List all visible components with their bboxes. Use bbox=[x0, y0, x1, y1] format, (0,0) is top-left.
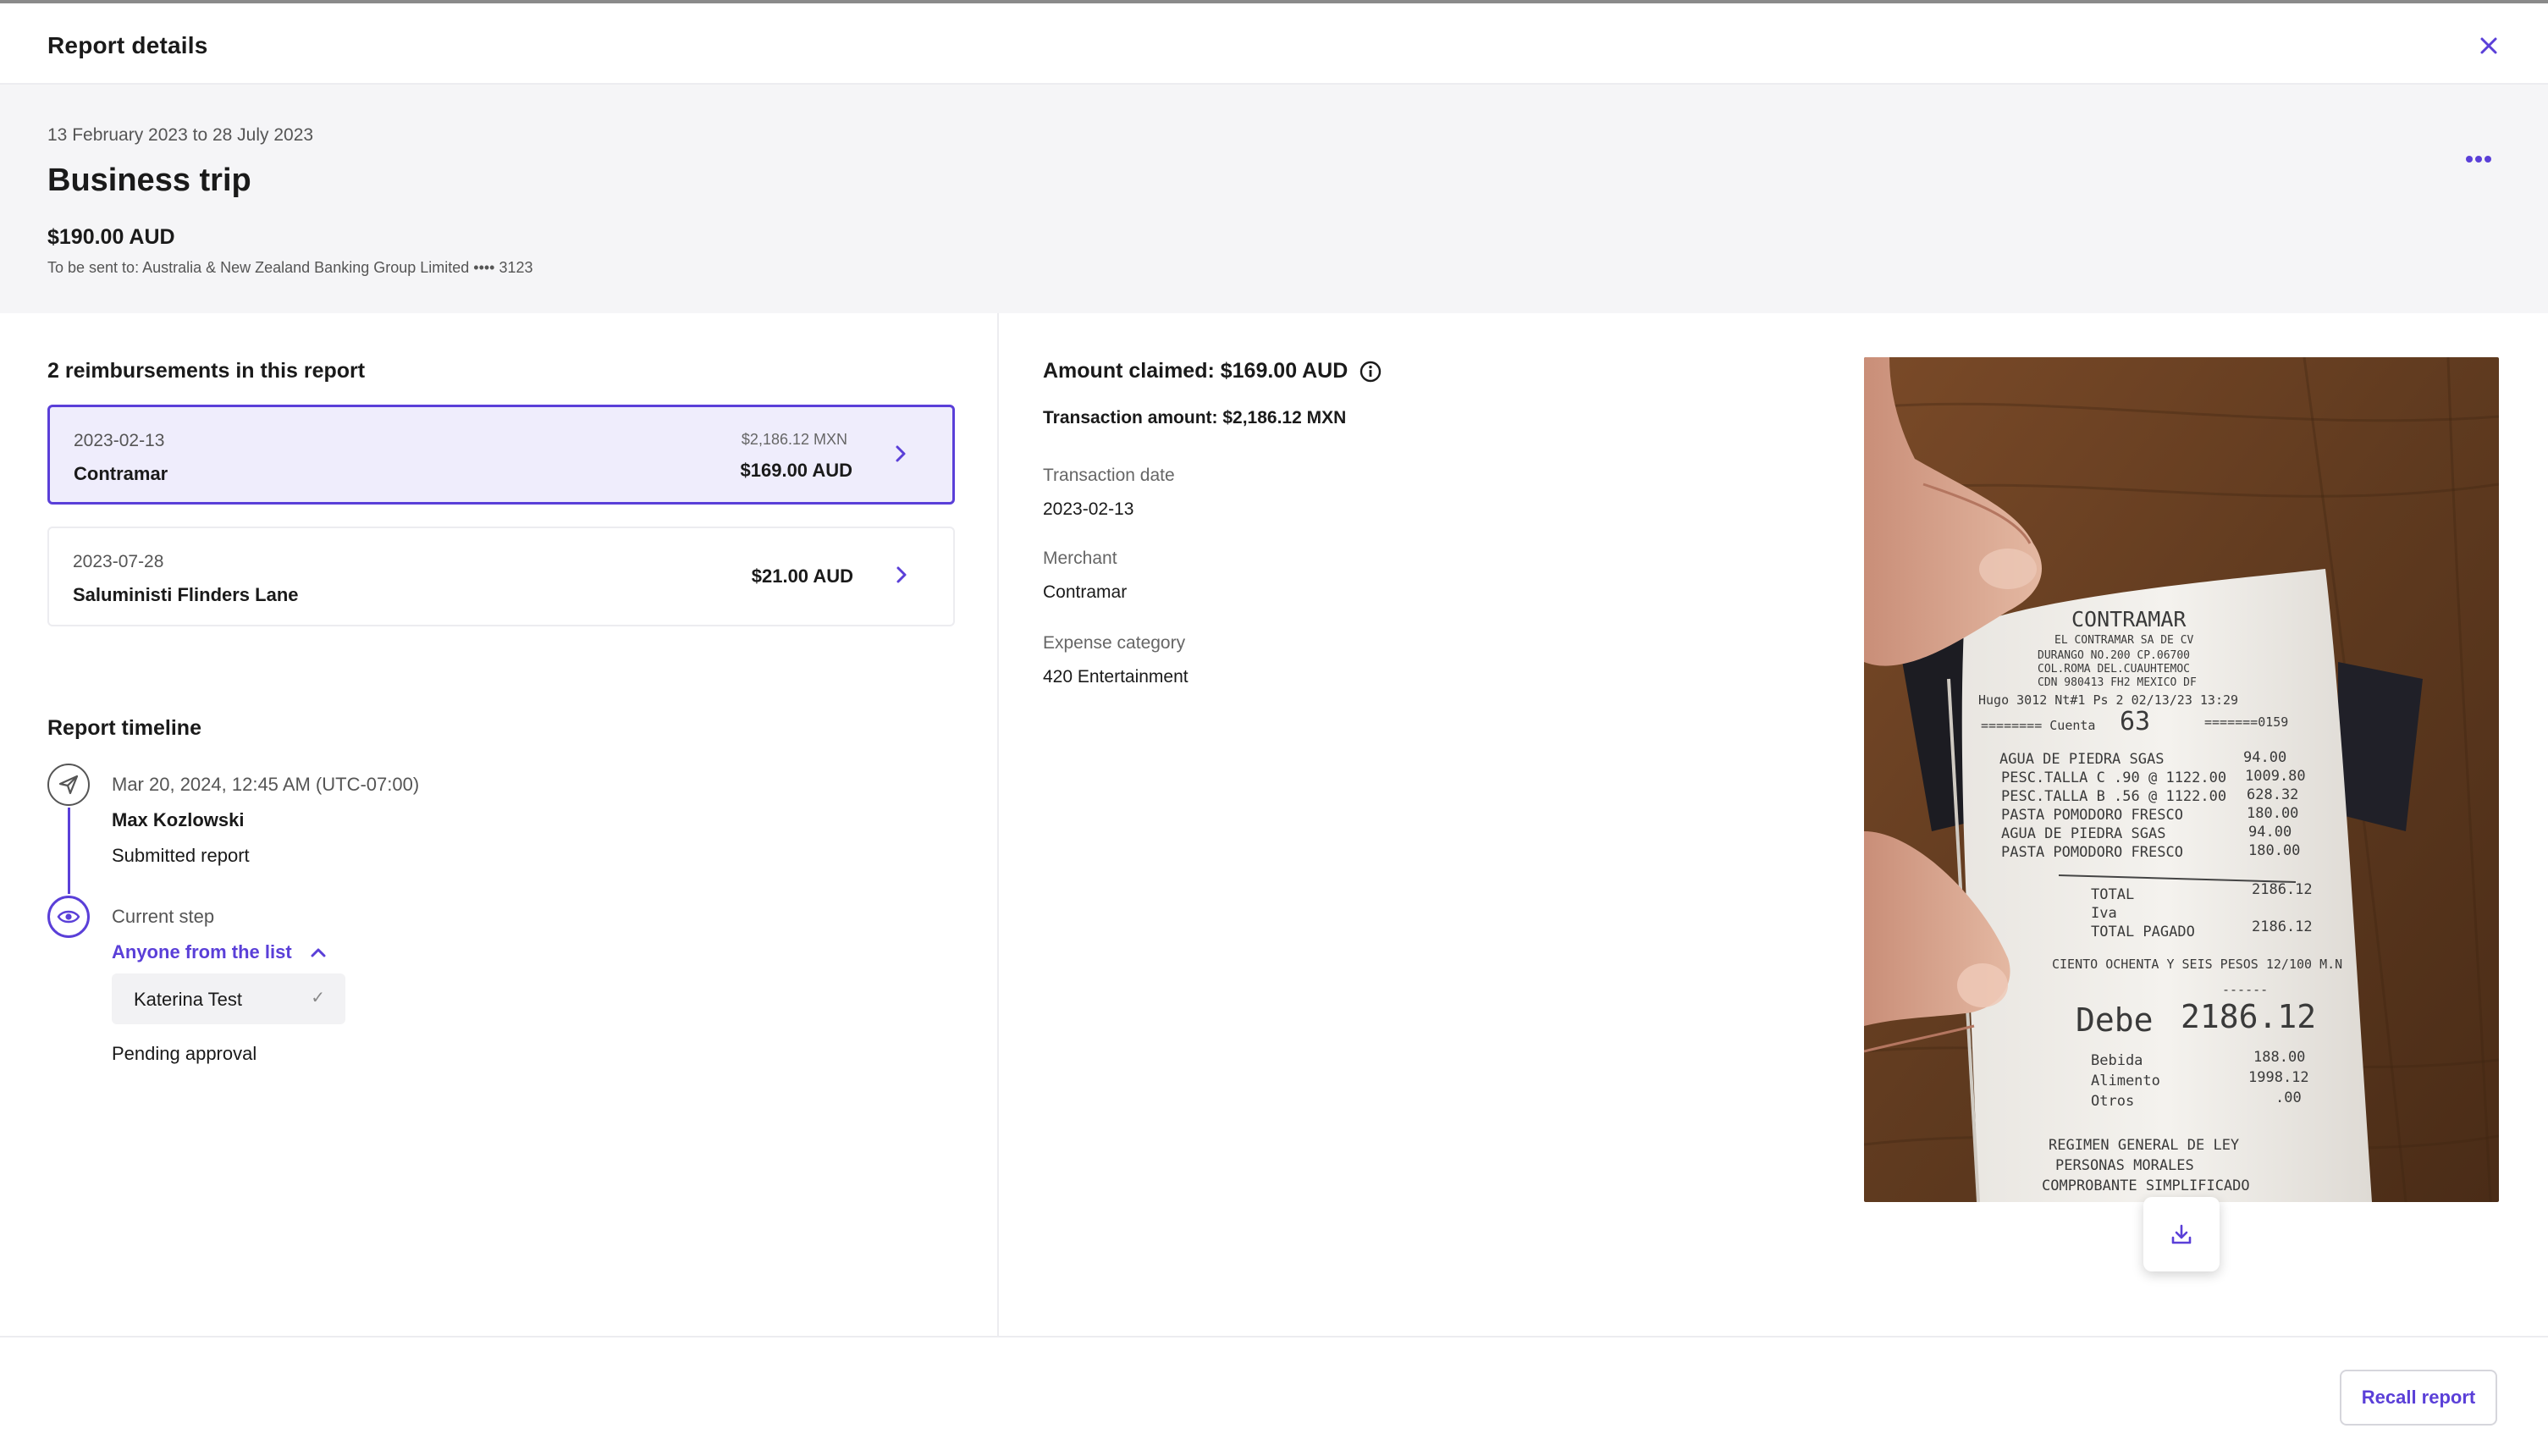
merchant-value: Contramar bbox=[1043, 582, 1128, 602]
reimbursements-heading: 2 reimbursements in this report bbox=[47, 359, 366, 383]
footer-divider bbox=[0, 1336, 2548, 1337]
receipt-line: PASTA POMODORO FRESCO bbox=[2001, 844, 2183, 861]
chevron-right-icon bbox=[889, 562, 914, 587]
timeline-step-submitted bbox=[47, 764, 90, 806]
amount-claimed: Amount claimed: $169.00 AUD bbox=[1043, 359, 1382, 383]
receipt-line: COMPROBANTE SIMPLIFICADO bbox=[2042, 1177, 2250, 1194]
expense-category-label: Expense category bbox=[1043, 633, 1186, 653]
receipt-line: ======== Cuenta bbox=[1981, 718, 2095, 733]
receipt-line: 94.00 bbox=[2248, 824, 2292, 841]
reimbursement-date: 2023-07-28 bbox=[73, 552, 164, 571]
current-step-label: Current step bbox=[112, 906, 215, 927]
receipt-line: 94.00 bbox=[2243, 749, 2286, 766]
approver-name: Katerina Test bbox=[134, 989, 243, 1010]
approval-status: Pending approval bbox=[112, 1043, 257, 1064]
receipt-line: =======0159 bbox=[2204, 714, 2288, 730]
receipt-line: EL CONTRAMAR SA DE CV bbox=[2054, 634, 2194, 647]
receipt-line: CIENTO OCHENTA Y SEIS PESOS 12/100 M.N bbox=[2052, 957, 2342, 972]
payout-destination: To be sent to: Australia & New Zealand B… bbox=[47, 259, 533, 276]
receipt-line: CDN 980413 FH2 MEXICO DF bbox=[2038, 676, 2197, 689]
receipt-line: PESC.TALLA B .56 @ 1122.00 bbox=[2001, 788, 2226, 805]
more-horizontal-icon bbox=[2466, 156, 2491, 163]
close-button[interactable] bbox=[2470, 27, 2507, 64]
merchant-label: Merchant bbox=[1043, 549, 1117, 568]
reimbursement-date: 2023-02-13 bbox=[74, 431, 165, 450]
expense-category-value: 420 Entertainment bbox=[1043, 667, 1189, 687]
receipt-line: 2186.12 bbox=[2181, 998, 2316, 1035]
reimbursement-merchant: Contramar bbox=[74, 463, 168, 484]
approver-item[interactable]: Katerina Test ✓ bbox=[112, 973, 345, 1024]
transaction-date-value: 2023-02-13 bbox=[1043, 499, 1134, 519]
report-summary: 13 February 2023 to 28 July 2023 Busines… bbox=[0, 85, 2548, 313]
timeline-actor: Max Kozlowski bbox=[112, 809, 245, 830]
receipt-line: 63 bbox=[2120, 707, 2150, 736]
info-icon[interactable] bbox=[1359, 361, 1382, 383]
download-receipt-button[interactable] bbox=[2143, 1197, 2220, 1271]
chevron-right-icon bbox=[888, 441, 913, 466]
timeline-heading: Report timeline bbox=[47, 716, 201, 740]
receipt-line: .00 bbox=[2275, 1089, 2302, 1106]
chevron-up-icon bbox=[311, 948, 326, 957]
receipt-line: TOTAL PAGADO bbox=[2091, 924, 2195, 940]
receipt-line: AGUA DE PIEDRA SGAS bbox=[1999, 751, 2164, 768]
report-name: Business trip bbox=[47, 163, 251, 198]
receipt-line: 628.32 bbox=[2247, 786, 2298, 803]
timeline-timestamp: Mar 20, 2024, 12:45 AM (UTC-07:00) bbox=[112, 774, 420, 795]
transaction-date-label: Transaction date bbox=[1043, 466, 1175, 485]
download-icon bbox=[2171, 1224, 2192, 1244]
report-total: $190.00 AUD bbox=[47, 225, 175, 249]
report-date-range: 13 February 2023 to 28 July 2023 bbox=[47, 125, 314, 145]
reimbursement-item-saluministi[interactable]: 2023-07-28 Saluministi Flinders Lane $21… bbox=[47, 527, 955, 626]
approver-group-label: Anyone from the list bbox=[112, 941, 292, 962]
reimbursement-amount: $21.00 AUD bbox=[751, 565, 853, 587]
receipt-line: DURANGO NO.200 CP.06700 bbox=[2038, 649, 2190, 662]
receipt-line: Otros bbox=[2091, 1093, 2134, 1110]
reimbursement-merchant: Saluministi Flinders Lane bbox=[73, 584, 299, 605]
eye-icon bbox=[57, 910, 80, 924]
receipt-line: 2186.12 bbox=[2252, 881, 2313, 898]
reimbursement-amount: $169.00 AUD bbox=[740, 460, 852, 481]
column-divider bbox=[997, 313, 999, 1337]
receipt-line: PESC.TALLA C .90 @ 1122.00 bbox=[2001, 769, 2226, 786]
receipt-line: ------ bbox=[2222, 982, 2268, 997]
timeline-step-current bbox=[47, 896, 90, 938]
receipt-line: Iva bbox=[2091, 905, 2117, 922]
close-icon bbox=[2480, 37, 2497, 54]
receipt-line: 1009.80 bbox=[2245, 768, 2306, 785]
receipt-line: Hugo 3012 Nt#1 Ps 2 02/13/23 13:29 bbox=[1978, 692, 2238, 708]
timeline-connector bbox=[68, 808, 70, 894]
check-icon: ✓ bbox=[311, 989, 325, 1007]
dialog-title: Report details bbox=[47, 32, 208, 58]
receipt-line: 188.00 bbox=[2253, 1049, 2305, 1066]
receipt-line: Alimento bbox=[2091, 1073, 2160, 1089]
receipt-line: 2186.12 bbox=[2252, 918, 2313, 935]
transaction-amount: Transaction amount: $2,186.12 MXN bbox=[1043, 408, 1347, 427]
receipt-line: 1998.12 bbox=[2248, 1069, 2309, 1086]
receipt-line: Debe bbox=[2076, 1001, 2154, 1039]
reimbursement-original-amount: $2,186.12 MXN bbox=[741, 431, 847, 448]
dialog-header: Report details bbox=[0, 3, 2548, 85]
receipt-line: PERSONAS MORALES bbox=[2055, 1157, 2194, 1174]
recall-report-button[interactable]: Recall report bbox=[2340, 1370, 2497, 1426]
receipt-line: Bebida bbox=[2091, 1052, 2143, 1069]
approver-list-toggle[interactable]: Anyone from the list bbox=[112, 941, 326, 963]
receipt-line: AGUA DE PIEDRA SGAS bbox=[2001, 825, 2165, 842]
receipt-line: 180.00 bbox=[2248, 842, 2300, 859]
more-actions-button[interactable] bbox=[2453, 141, 2504, 178]
receipt-line: COL.ROMA DEL.CUAUHTEMOC bbox=[2038, 663, 2190, 676]
receipt-line: 180.00 bbox=[2247, 805, 2298, 822]
reimbursement-item-contramar[interactable]: 2023-02-13 Contramar $2,186.12 MXN $169.… bbox=[47, 405, 955, 505]
receipt-line: PASTA POMODORO FRESCO bbox=[2001, 807, 2183, 824]
receipt-image[interactable]: CONTRAMAR EL CONTRAMAR SA DE CV DURANGO … bbox=[1864, 357, 2499, 1202]
timeline-action: Submitted report bbox=[112, 845, 250, 866]
receipt-line: CONTRAMAR bbox=[2071, 607, 2187, 631]
amount-claimed-text: Amount claimed: $169.00 AUD bbox=[1043, 359, 1348, 383]
receipt-line: TOTAL bbox=[2091, 886, 2134, 903]
send-icon bbox=[58, 775, 79, 795]
receipt-line: REGIMEN GENERAL DE LEY bbox=[2049, 1137, 2239, 1154]
